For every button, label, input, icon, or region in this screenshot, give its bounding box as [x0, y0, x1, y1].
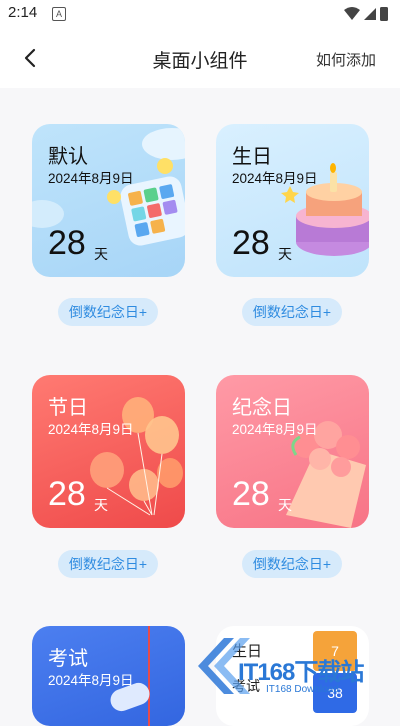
- how-to-add-link[interactable]: 如何添加: [316, 49, 376, 70]
- watermark-brand: IT168下载站: [238, 659, 364, 686]
- widget-date: 2024年8月9日: [48, 673, 134, 688]
- status-bar: 2:14 A: [0, 0, 400, 28]
- countdown-add-button[interactable]: 倒数纪念日+: [58, 298, 158, 326]
- widget-days-unit: 天: [278, 246, 292, 262]
- widget-days-number: 28: [48, 224, 86, 262]
- status-time: 2:14: [8, 4, 38, 21]
- widget-days-number: 28: [48, 475, 86, 513]
- smiley-icon: [157, 158, 173, 174]
- wifi-icon: [344, 7, 360, 20]
- countdown-add-button[interactable]: 倒数纪念日+: [242, 550, 342, 578]
- top-app-bar: 桌面小组件 如何添加: [0, 28, 400, 88]
- widget-title: 生日: [232, 146, 272, 168]
- widget-date: 2024年8月9日: [232, 422, 318, 437]
- widget-days-unit: 天: [278, 497, 292, 513]
- widget-title: 考试: [48, 648, 88, 670]
- widget-card-festival[interactable]: 节日 2024年8月9日 28 天: [32, 375, 185, 528]
- widget-title: 纪念日: [232, 397, 292, 419]
- widget-title: 默认: [48, 146, 88, 168]
- watermark-sub: IT168 Download: [266, 684, 339, 695]
- widget-card-birthday[interactable]: 生日 2024年8月9日 28 天: [216, 124, 369, 277]
- watermark-logo: IT168下载站 IT168 Download: [194, 630, 400, 710]
- widget-date: 2024年8月9日: [48, 171, 134, 186]
- smiley-icon: [107, 190, 121, 204]
- widget-card-exam[interactable]: 考试 2024年8月9日: [32, 626, 185, 726]
- widget-card-default[interactable]: 默认 2024年8月9日 28 天: [32, 124, 185, 277]
- widget-card-anniversary[interactable]: 纪念日 2024年8月9日 28 天: [216, 375, 369, 528]
- widget-date: 2024年8月9日: [232, 171, 318, 186]
- widget-title: 节日: [48, 397, 88, 419]
- countdown-add-button[interactable]: 倒数纪念日+: [242, 298, 342, 326]
- signal-icon: [364, 8, 376, 20]
- widget-days-number: 28: [232, 224, 270, 262]
- widget-days-unit: 天: [94, 246, 108, 262]
- status-icons: [342, 5, 390, 28]
- battery-icon: [380, 7, 388, 21]
- widget-date: 2024年8月9日: [48, 422, 134, 437]
- widget-days-number: 28: [232, 475, 270, 513]
- star-icon: [281, 186, 299, 203]
- notification-icon: A: [52, 7, 66, 21]
- countdown-add-button[interactable]: 倒数纪念日+: [58, 550, 158, 578]
- widget-days-unit: 天: [94, 497, 108, 513]
